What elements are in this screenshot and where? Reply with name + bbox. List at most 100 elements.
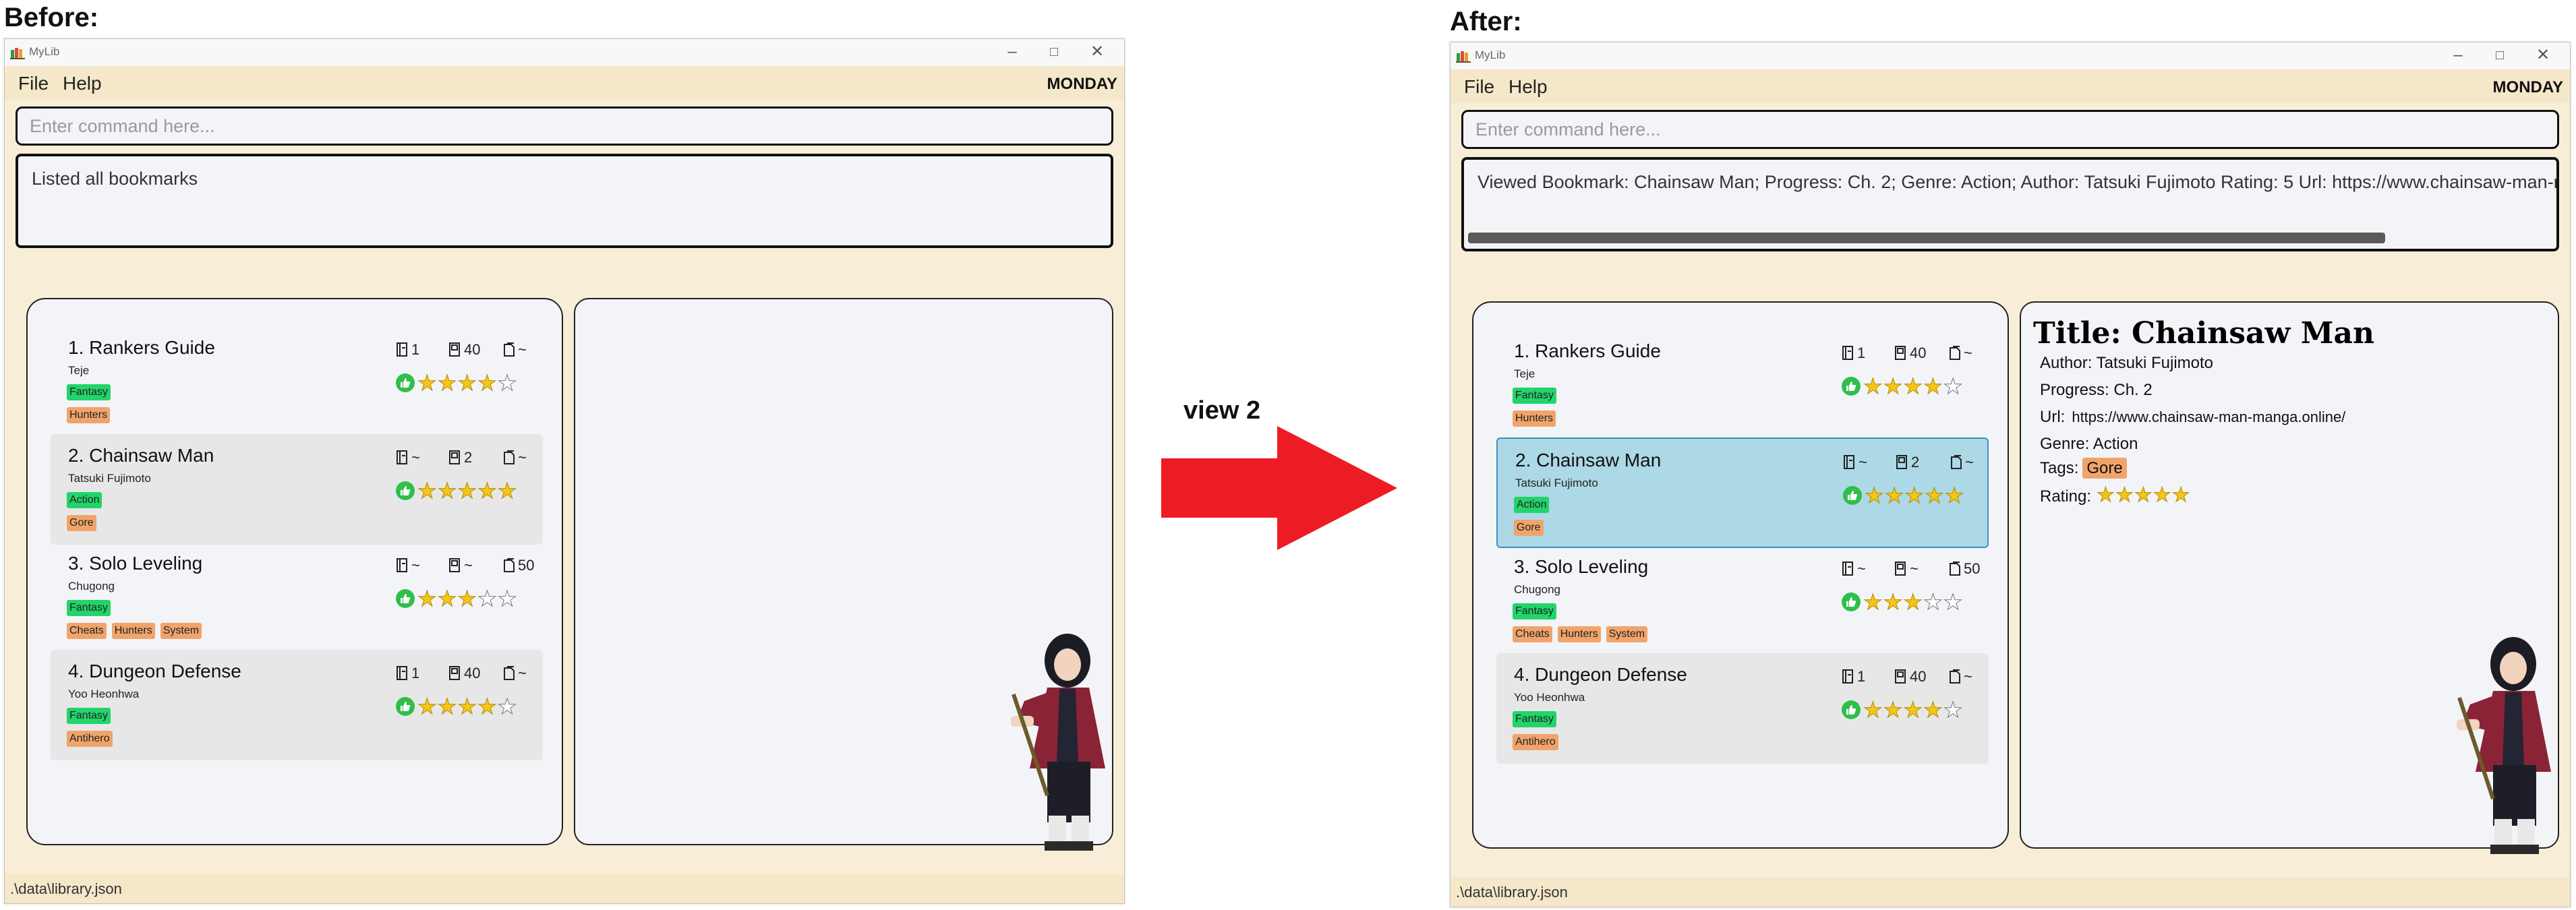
genre-tags: Fantasy: [67, 384, 116, 400]
close-button[interactable]: ✕: [1084, 42, 1111, 62]
bookmark-rating: ★ ★ ★ ★ ★: [396, 372, 517, 394]
thumbs-up-icon: [396, 373, 415, 392]
thumbs-up-icon: [1843, 486, 1862, 505]
bookmark-chapter: 40: [448, 665, 480, 682]
bookmark-page: ~: [1948, 668, 1972, 686]
volume-icon: [1842, 562, 1853, 576]
tag-label: Antihero: [1513, 734, 1558, 750]
action-label: view 2: [1183, 396, 1261, 425]
minimize-button[interactable]: –: [999, 42, 1026, 62]
bookmark-volume: ~: [396, 449, 420, 466]
bookmark-chapter-value: 2: [464, 449, 473, 466]
close-button[interactable]: ✕: [2529, 45, 2556, 65]
star-icon: ★: [457, 586, 477, 611]
bookmark-list-panel[interactable]: 1. Rankers Guide Teje 1 40 ~ ★ ★ ★ ★ ★ Fantasy Hunt…: [26, 298, 563, 845]
bookmark-page-value: ~: [518, 341, 527, 358]
bookmark-page: ~: [1950, 454, 1974, 471]
star-icon: ★: [457, 694, 477, 719]
detail-tags-row: Tags: Gore: [2040, 458, 2127, 479]
bookmark-card[interactable]: 3. Solo Leveling Chugong ~ ~50 ★ ★ ★ ★ ★ Fantasy C…: [1496, 545, 1989, 656]
maximize-button[interactable]: □: [1041, 42, 1067, 62]
genre-tags: Fantasy: [1513, 711, 1562, 727]
before-window: MyLib – □ ✕ File Help MONDAY Listed all …: [4, 38, 1125, 904]
bookmark-rating: ★ ★ ★ ★ ★: [1842, 591, 1963, 613]
tag-label: Gore: [67, 515, 96, 531]
bookmark-page-value: 50: [518, 557, 535, 574]
bookmark-author: Teje: [68, 364, 90, 377]
app-icon: [1456, 51, 1471, 63]
genre-tags: Fantasy: [1513, 388, 1562, 404]
volume-icon: [397, 342, 407, 357]
status-file-path: .\data\library.json: [10, 880, 122, 897]
other-tags: Cheats Hunters System: [67, 623, 207, 639]
bookmark-card[interactable]: 2. Chainsaw Man Tatsuki Fujimoto ~2 ~ ★ ★ ★ ★ ★ A…: [1496, 437, 1989, 548]
menu-help[interactable]: Help: [63, 73, 102, 94]
star-icon: ★: [1883, 590, 1903, 614]
volume-icon: [1842, 346, 1853, 360]
maximize-button[interactable]: □: [2486, 45, 2513, 65]
page-icon: [1950, 562, 1960, 576]
genre-tags: Fantasy: [1513, 603, 1562, 619]
genre-tag: Fantasy: [67, 708, 111, 724]
command-input[interactable]: [16, 107, 1113, 146]
chapter-icon: [449, 666, 460, 680]
thumbs-up-icon: [1842, 593, 1861, 611]
thumbs-up-icon: [396, 481, 415, 500]
bookmark-volume-value: 1: [1857, 668, 1866, 685]
star-icon: ★: [1863, 698, 1883, 722]
bookmark-chapter-value: 40: [1910, 668, 1927, 685]
genre-tags: Action: [67, 492, 107, 508]
title-bar: MyLib – □ ✕: [1451, 42, 2570, 69]
bookmark-card[interactable]: 3. Solo Leveling Chugong ~ ~50 ★ ★ ★ ★ ★ Fantasy C…: [51, 542, 543, 653]
bookmark-card[interactable]: 2. Chainsaw Man Tatsuki Fujimoto ~2 ~ ★ ★ ★ ★ ★ A…: [51, 434, 543, 545]
tag-label: Cheats: [67, 623, 107, 639]
bookmark-rating: ★ ★ ★ ★ ★: [1843, 485, 1964, 507]
bookmark-author: Yoo Heonhwa: [68, 688, 140, 700]
menu-file[interactable]: File: [18, 73, 49, 94]
bookmark-rating: ★ ★ ★ ★ ★: [396, 694, 517, 719]
bookmark-list-panel[interactable]: 1. Rankers Guide Teje 1 40 ~ ★ ★ ★ ★ ★ Fantasy Hunt…: [1472, 301, 2009, 849]
star-icon: ★: [2115, 484, 2134, 506]
tag-label: Antihero: [67, 731, 113, 747]
minimize-button[interactable]: –: [2445, 45, 2471, 65]
bookmark-card[interactable]: 1. Rankers Guide Teje 1 40 ~ ★ ★ ★ ★ ★ Fantasy Hunt…: [1496, 330, 1989, 440]
command-input[interactable]: [1461, 110, 2559, 149]
volume-icon: [1844, 455, 1854, 469]
bookmark-volume: 1: [396, 341, 419, 359]
page-icon: [504, 666, 515, 680]
menu-help[interactable]: Help: [1509, 76, 1548, 98]
star-icon: ★: [1863, 590, 1883, 614]
genre-tag: Fantasy: [1513, 711, 1556, 727]
star-icon: ★: [2134, 484, 2153, 506]
bookmark-page-value: 50: [1964, 560, 1981, 577]
star-icon: ★: [497, 371, 517, 395]
star-icon: ★: [477, 479, 498, 503]
detail-genre: Genre: Action: [2040, 435, 2138, 453]
bookmark-chapter: ~: [1894, 560, 1919, 578]
genre-tag: Fantasy: [1513, 388, 1556, 404]
bookmark-author: Teje: [1514, 367, 1535, 380]
detail-url[interactable]: https://www.chainsaw-man-manga.online/: [2072, 408, 2345, 425]
genre-tags: Action: [1514, 497, 1554, 513]
bookmark-chapter-value: 2: [1911, 454, 1920, 471]
menu-file[interactable]: File: [1464, 76, 1494, 98]
bookmark-volume: ~: [1843, 454, 1867, 471]
bookmark-card[interactable]: 4. Dungeon Defense Yoo Heonhwa 1 40 ~ ★ ★ ★ ★ ★ Fa…: [1496, 653, 1989, 764]
title-bar: MyLib – □ ✕: [5, 39, 1124, 66]
scrollbar-thumb[interactable]: [1468, 233, 2385, 243]
bookmark-page: ~: [1948, 344, 1972, 362]
star-icon: ★: [1923, 698, 1943, 722]
star-icon: ★: [2097, 484, 2115, 506]
bookmark-page-value: ~: [1964, 344, 1972, 361]
star-icon: ★: [1903, 590, 1923, 614]
bookmark-page: ~: [502, 665, 527, 682]
result-scrollbar[interactable]: [1468, 233, 2552, 243]
bookmark-card[interactable]: 1. Rankers Guide Teje 1 40 ~ ★ ★ ★ ★ ★ Fantasy Hunt…: [51, 326, 543, 437]
bookmark-author: Chugong: [68, 580, 115, 593]
star-icon: ★: [417, 371, 438, 395]
star-icon: ★: [1923, 374, 1943, 398]
detail-url-label: Url:: [2040, 408, 2066, 426]
thumbs-up-icon: [396, 697, 415, 716]
bookmark-card[interactable]: 4. Dungeon Defense Yoo Heonhwa 1 40 ~ ★ ★ ★ ★ ★ Fa…: [51, 650, 543, 760]
tag-label: Hunters: [1557, 626, 1601, 642]
